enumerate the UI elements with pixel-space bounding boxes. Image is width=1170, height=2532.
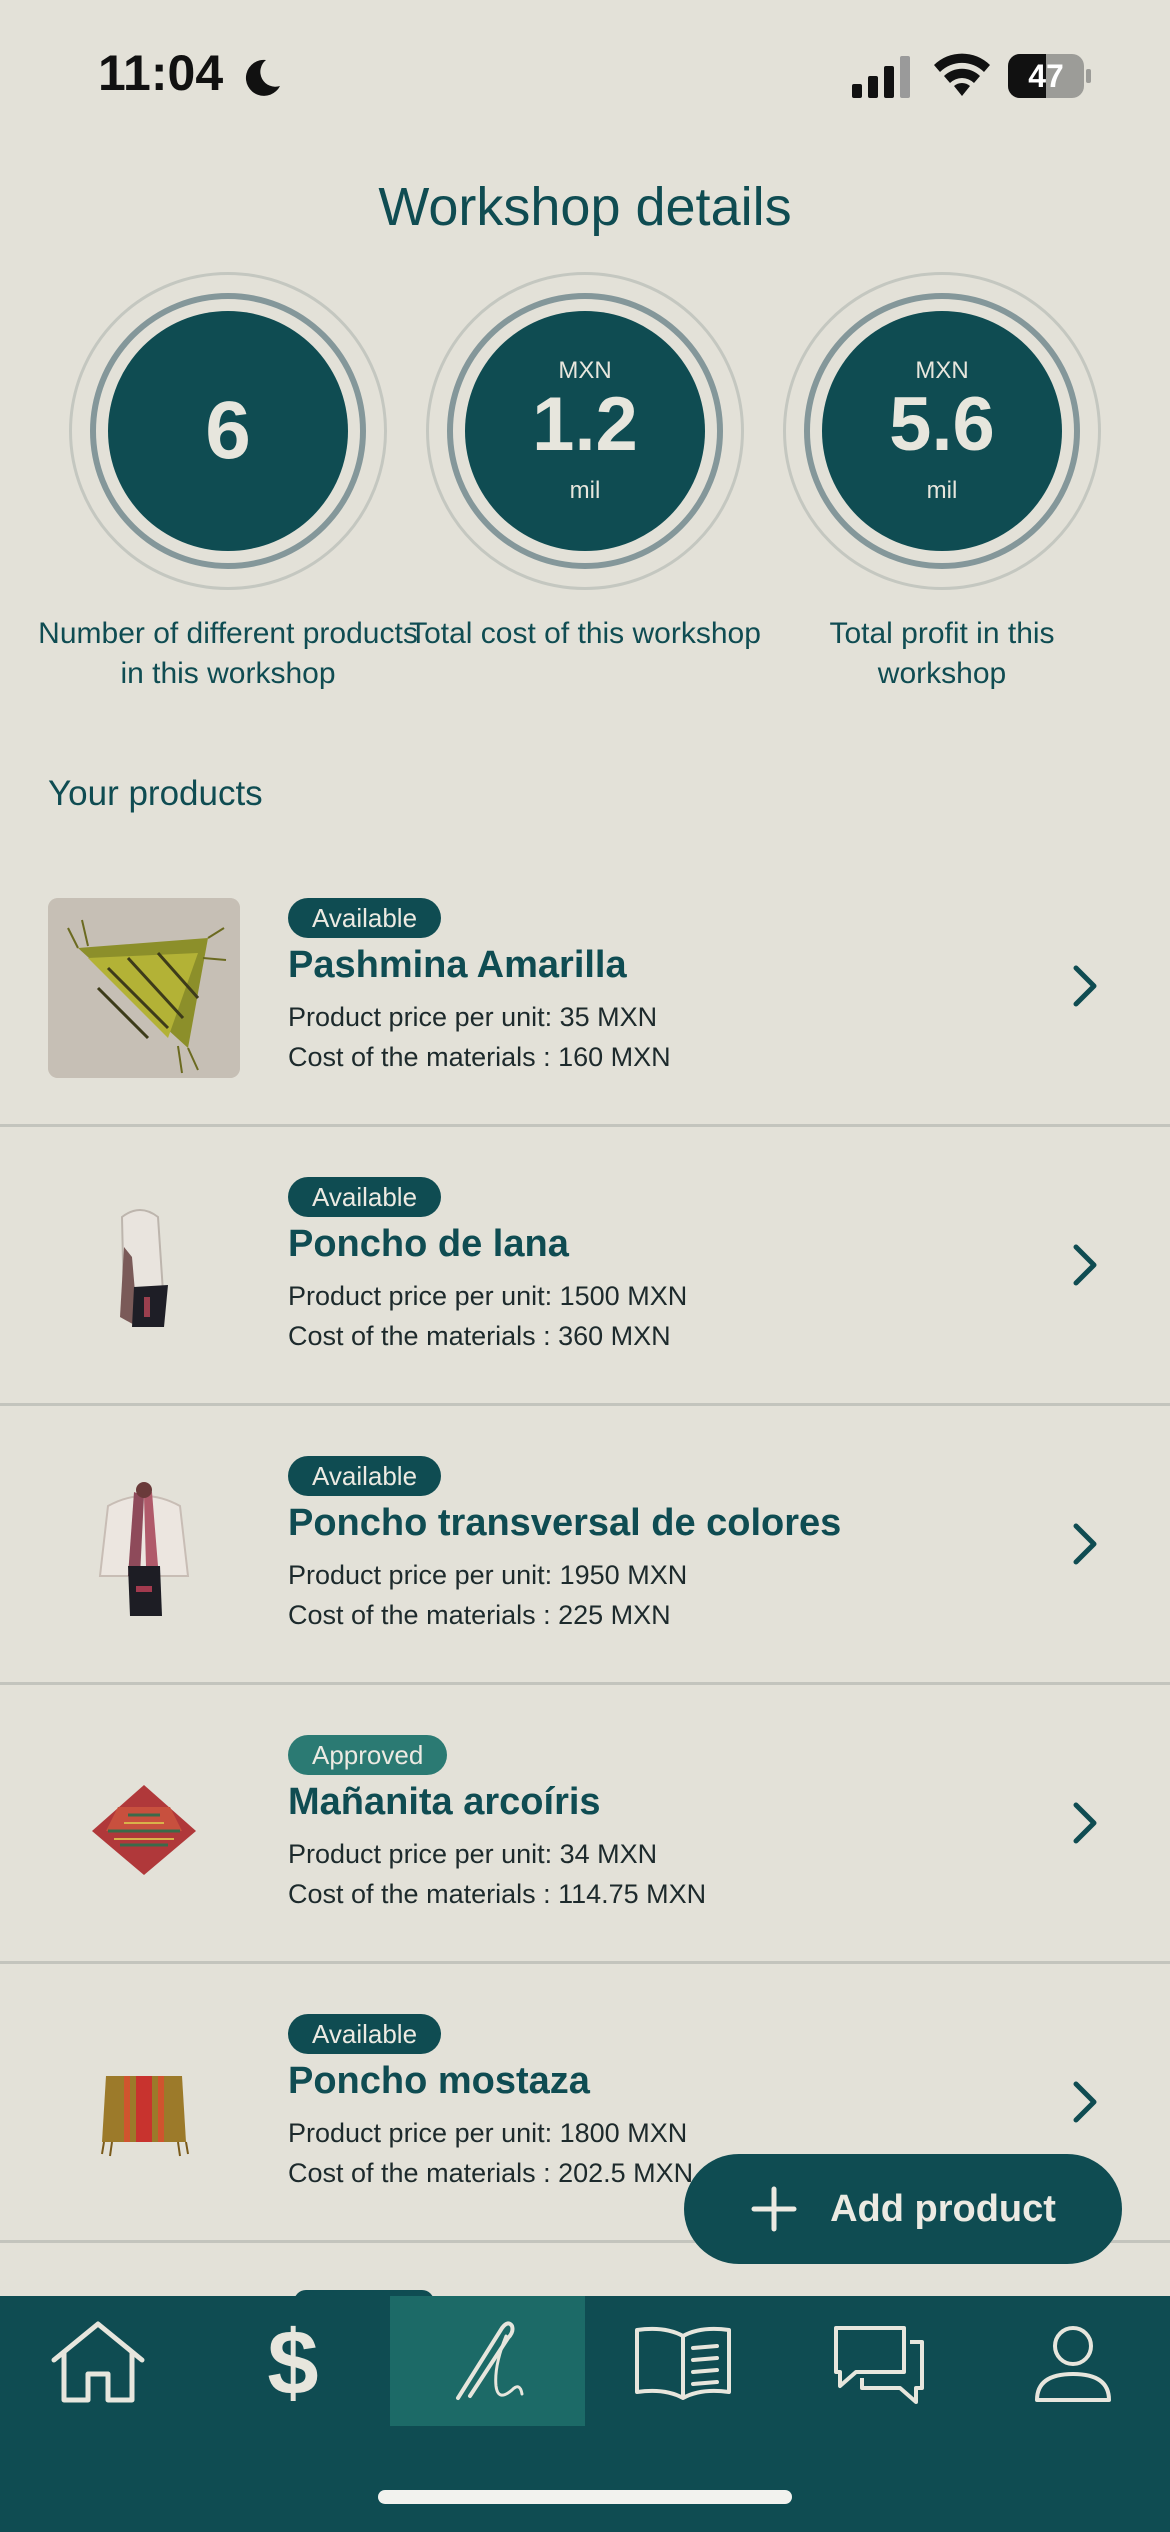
stat-label: Number of different products in this wor… (38, 617, 418, 690)
home-indicator[interactable] (378, 2490, 792, 2504)
product-row[interactable]: Approved Mañanita arcoíris Product price… (0, 1685, 1170, 1964)
page-title: Workshop details (378, 177, 792, 237)
stat-value: 5.6 (889, 382, 995, 467)
tab-finances[interactable]: $ (195, 2296, 390, 2426)
chevron-right-icon[interactable] (1070, 2080, 1100, 2124)
product-price: Product price per unit: 1500 MXN (288, 1281, 688, 1311)
stat-circle: MXN 1.2 mil (465, 311, 705, 551)
battery-level: 47 (1028, 57, 1064, 94)
product-row[interactable]: Available Poncho transversal de colores … (0, 1406, 1170, 1685)
stat-circle: 6 (108, 311, 348, 551)
plus-icon (751, 2186, 797, 2232)
product-price: Product price per unit: 1950 MXN (288, 1560, 688, 1590)
product-image (48, 2014, 240, 2194)
moon-icon (245, 59, 280, 96)
tab-messages[interactable] (780, 2296, 975, 2426)
product-name: Poncho mostaza (288, 2060, 590, 2102)
status-badge: Available (288, 898, 442, 938)
chevron-right-icon[interactable] (1070, 964, 1100, 1008)
home-icon (51, 2321, 144, 2403)
tab-home[interactable] (0, 2296, 195, 2426)
stat-ring: MXN 5.6 mil (783, 272, 1101, 590)
tab-profile[interactable] (975, 2296, 1170, 2426)
product-row[interactable]: Available Poncho de lana Product price p… (0, 1127, 1170, 1406)
section-title: Your products (48, 774, 263, 813)
stat-value: 1.2 (532, 382, 638, 467)
product-image (48, 1177, 240, 1357)
stat-ring: MXN 1.2 mil (426, 272, 744, 590)
product-cost: Cost of the materials : 360 MXN (288, 1321, 671, 1351)
product-row[interactable]: Available Pashmina Amarilla Product pric… (0, 848, 1170, 1127)
stat-unit: MXN (915, 357, 969, 384)
product-cost: Cost of the materials : 160 MXN (288, 1042, 671, 1072)
add-product-button[interactable]: Add product (684, 2154, 1122, 2264)
status-badge: Available (288, 2014, 442, 2054)
dollar-icon: $ (267, 2316, 318, 2406)
product-image (48, 1735, 240, 1915)
needle-thread-icon (455, 2321, 523, 2400)
stat-value: 6 (205, 385, 251, 476)
profile-icon (1034, 2326, 1111, 2402)
product-price: Product price per unit: 34 MXN (288, 1839, 658, 1869)
product-name: Poncho transversal de colores (288, 1502, 842, 1544)
status-time: 11:04 (98, 45, 224, 101)
product-list: Available Pashmina Amarilla Product pric… (0, 848, 1170, 2243)
chevron-right-icon[interactable] (1070, 1243, 1100, 1287)
tab-workshop[interactable] (390, 2296, 585, 2426)
tab-learn[interactable] (585, 2296, 780, 2426)
svg-text:$: $ (267, 2316, 318, 2406)
status-badge: Approved (288, 1735, 448, 1775)
product-name: Poncho de lana (288, 1223, 569, 1265)
product-name: Pashmina Amarilla (288, 944, 627, 986)
stat-label: Total profit in this workshop (829, 617, 1055, 690)
stat-total-cost: MXN 1.2 mil Total cost of this workshop (395, 272, 775, 654)
chat-icon (833, 2326, 924, 2404)
stat-products-count: 6 Number of different products in this w… (38, 272, 418, 694)
stat-ring: 6 (69, 272, 387, 590)
product-price: Product price per unit: 35 MXN (288, 1002, 658, 1032)
wifi-icon (934, 53, 990, 96)
stat-suffix: mil (926, 477, 958, 504)
product-cost: Cost of the materials : 202.5 MXN (288, 2158, 694, 2188)
chevron-right-icon[interactable] (1070, 1801, 1100, 1845)
stat-unit: MXN (558, 357, 612, 384)
stat-total-profit: MXN 5.6 mil Total profit in this worksho… (752, 272, 1132, 694)
stat-label: Total cost of this workshop (409, 617, 761, 650)
signal-icon (852, 56, 910, 98)
book-icon (634, 2326, 731, 2400)
add-product-label: Add product (830, 2187, 1056, 2230)
stat-suffix: mil (569, 477, 601, 504)
chevron-right-icon[interactable] (1070, 1522, 1100, 1566)
status-bar: 11:04 47 (0, 0, 1170, 150)
stat-circle: MXN 5.6 mil (822, 311, 1062, 551)
status-badge: Available (288, 1177, 442, 1217)
product-image (48, 1456, 240, 1636)
product-cost: Cost of the materials : 114.75 MXN (288, 1879, 707, 1909)
status-badge: Available (288, 1456, 442, 1496)
product-cost: Cost of the materials : 225 MXN (288, 1600, 671, 1630)
product-price: Product price per unit: 1800 MXN (288, 2118, 688, 2148)
product-name: Mañanita arcoíris (288, 1781, 601, 1823)
product-image (48, 898, 240, 1078)
